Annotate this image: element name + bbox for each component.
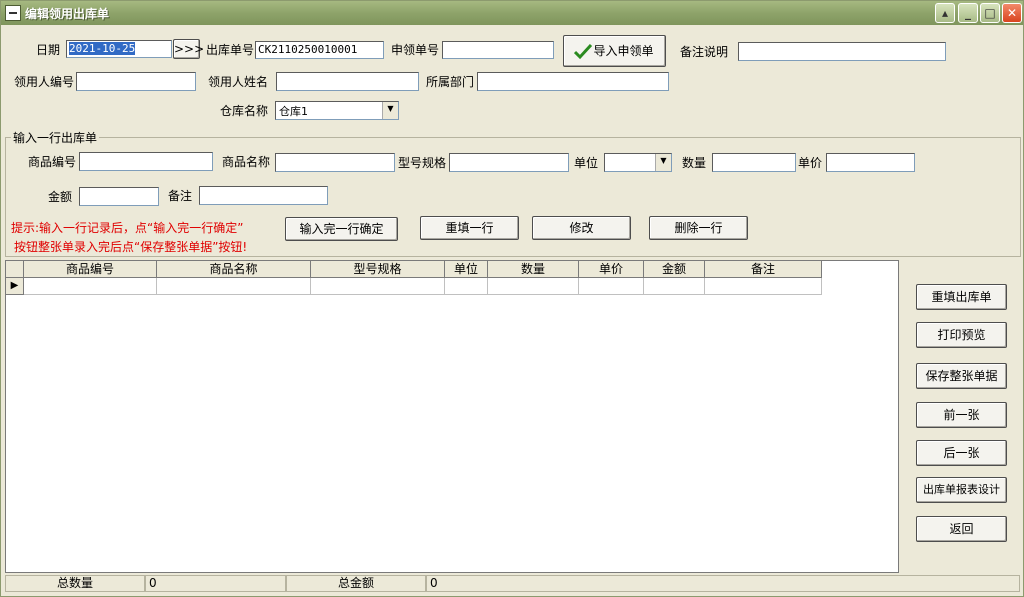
chevron-down-icon[interactable]: ▼	[655, 154, 671, 171]
dept-label: 所属部门	[426, 75, 475, 89]
table-cell[interactable]	[488, 278, 579, 295]
title-bar: 编辑领用出库单 ▴ _ □ ✕	[1, 1, 1023, 25]
table-cell[interactable]	[644, 278, 705, 295]
unit-label: 单位	[574, 156, 599, 170]
print-preview-button[interactable]: 打印预览	[916, 322, 1007, 348]
col-header-name[interactable]: 商品名称	[157, 261, 311, 278]
date-value: 2021-10-25	[69, 42, 136, 55]
amount-field[interactable]	[79, 187, 159, 206]
out-no-label: 出库单号	[206, 43, 255, 57]
back-button[interactable]: 返回	[916, 516, 1007, 542]
modify-button[interactable]: 修改	[532, 216, 631, 240]
user-id-label: 领用人编号	[14, 75, 75, 89]
date-field[interactable]: 2021-10-25	[66, 40, 172, 58]
total-amount-label: 总金额	[286, 575, 426, 592]
table-cell[interactable]	[157, 278, 311, 295]
amount-label: 金额	[48, 190, 73, 204]
save-order-button[interactable]: 保存整张单据	[916, 363, 1007, 389]
col-header-price[interactable]: 单价	[579, 261, 644, 278]
col-header-spec[interactable]: 型号规格	[311, 261, 445, 278]
out-no-field[interactable]: CK2110250010001	[255, 41, 384, 59]
apply-no-field[interactable]	[442, 41, 554, 59]
warehouse-value: 仓库1	[279, 105, 308, 118]
delete-line-button[interactable]: 删除一行	[649, 216, 748, 240]
code-label: 商品编号	[28, 155, 77, 169]
window: 编辑领用出库单 ▴ _ □ ✕ 日期 2021-10-25 >>> 出库单号 C…	[0, 0, 1024, 597]
user-name-field[interactable]	[276, 72, 419, 91]
maximize-icon[interactable]: □	[980, 3, 1000, 23]
col-header-amount[interactable]: 金额	[644, 261, 705, 278]
spec-field[interactable]	[449, 153, 569, 172]
chevron-down-icon[interactable]: ▼	[382, 102, 398, 119]
total-qty-label: 总数量	[5, 575, 145, 592]
col-header-qty[interactable]: 数量	[488, 261, 579, 278]
note-label: 备注	[168, 189, 193, 203]
line-entry-group-label: 输入一行出库单	[11, 131, 100, 145]
refill-line-button[interactable]: 重填一行	[420, 216, 519, 240]
confirm-line-button[interactable]: 输入完一行确定	[285, 217, 398, 241]
total-amount-value: 0	[426, 575, 1020, 592]
status-bar: 总数量 0 总金额 0	[3, 574, 1023, 594]
qty-label: 数量	[682, 156, 707, 170]
hint-line-1: 提示:输入一行记录后，点“输入完一行确定”	[11, 221, 244, 235]
table-cell[interactable]	[579, 278, 644, 295]
qty-field[interactable]	[712, 153, 796, 172]
date-label: 日期	[36, 43, 61, 57]
remark-label: 备注说明	[680, 45, 729, 59]
name-field[interactable]	[275, 153, 395, 172]
col-header-note[interactable]: 备注	[705, 261, 822, 278]
table-cell[interactable]	[311, 278, 445, 295]
code-field[interactable]	[79, 152, 213, 171]
unit-select[interactable]: ▼	[604, 153, 672, 172]
date-picker-button[interactable]: >>>	[173, 39, 204, 59]
col-header-code[interactable]: 商品编号	[24, 261, 157, 278]
remark-field[interactable]	[738, 42, 946, 61]
hint-line-2: 按钮整张单录入完后点“保存整张单据”按钮!	[14, 240, 248, 254]
spec-label: 型号规格	[398, 156, 447, 170]
note-field[interactable]	[199, 186, 328, 205]
import-apply-label: 导入申领单	[593, 44, 654, 58]
table-cell[interactable]	[24, 278, 157, 295]
table-cell[interactable]	[705, 278, 822, 295]
minimize-icon[interactable]: _	[958, 3, 978, 23]
import-apply-button[interactable]: 导入申领单	[563, 35, 666, 67]
total-qty-value: 0	[145, 575, 286, 592]
row-indicator-icon[interactable]: ▶	[6, 278, 24, 295]
next-button[interactable]: 后一张	[916, 440, 1007, 466]
check-icon	[574, 44, 592, 60]
user-id-field[interactable]	[76, 72, 196, 91]
dept-field[interactable]	[477, 72, 669, 91]
col-header-unit[interactable]: 单位	[445, 261, 488, 278]
user-name-label: 领用人姓名	[208, 75, 269, 89]
table-cell[interactable]	[445, 278, 488, 295]
report-design-button[interactable]: 出库单报表设计	[916, 477, 1007, 503]
price-field[interactable]	[826, 153, 915, 172]
prev-button[interactable]: 前一张	[916, 402, 1007, 428]
warehouse-select[interactable]: 仓库1 ▼	[275, 101, 399, 120]
row-header-corner	[6, 261, 24, 278]
apply-no-label: 申领单号	[391, 43, 440, 57]
window-menu-icon[interactable]	[5, 5, 21, 21]
close-icon[interactable]: ✕	[1002, 3, 1022, 23]
price-label: 单价	[798, 156, 823, 170]
window-title: 编辑领用出库单	[25, 7, 110, 21]
name-label: 商品名称	[222, 155, 271, 169]
restore-icon[interactable]: ▴	[935, 3, 955, 23]
items-grid[interactable]: 商品编号 商品名称 型号规格 单位 数量 单价 金额 备注 ▶	[5, 260, 899, 573]
warehouse-label: 仓库名称	[220, 104, 269, 118]
refill-order-button[interactable]: 重填出库单	[916, 284, 1007, 310]
